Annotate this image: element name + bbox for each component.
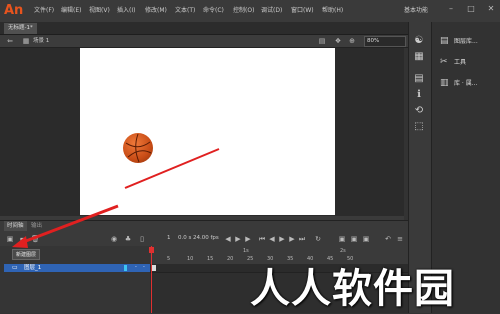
red-arrow [17,204,119,246]
watermark: 人人软件园 [250,266,455,312]
arrow-line [124,148,220,189]
red-arrow-head [12,236,28,248]
